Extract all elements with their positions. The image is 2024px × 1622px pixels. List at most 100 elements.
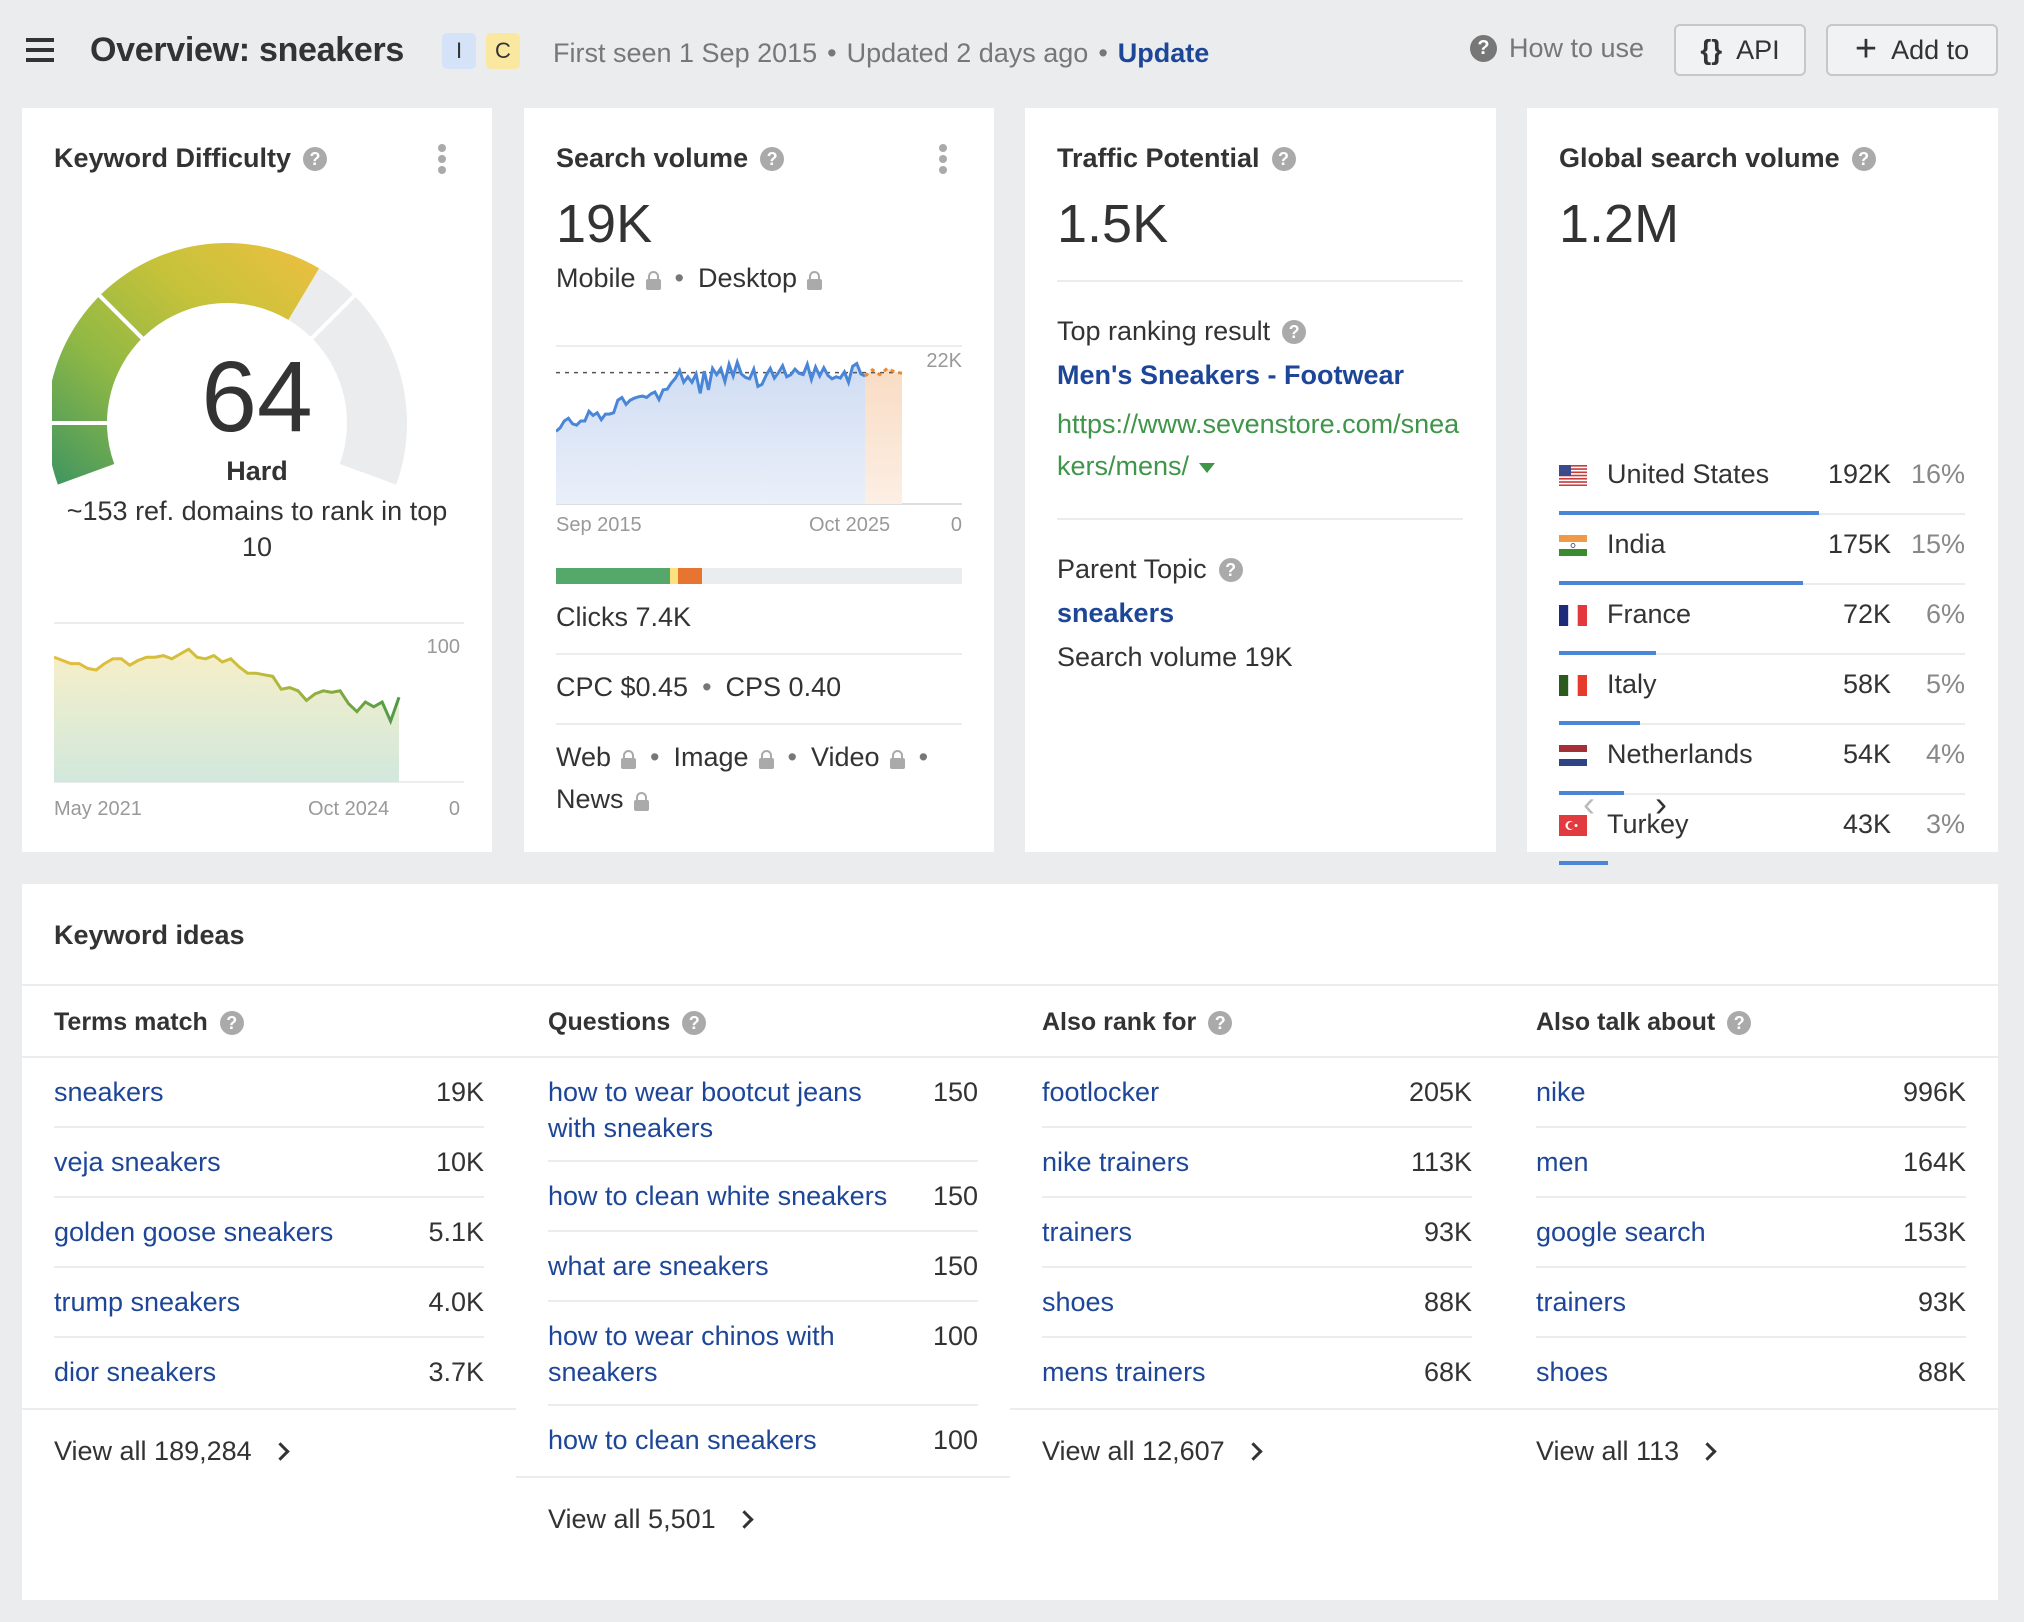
help-icon[interactable]: ? [219,1010,244,1035]
country-row[interactable]: France 72K 6% [1559,591,1965,661]
search-volume-card: Search volume ? 19K Mobile • Desktop Sep… [524,108,994,852]
parent-topic-text: Parent Topic [1057,554,1207,584]
keyword-link[interactable]: nike [1536,1074,1876,1110]
how-to-use-link[interactable]: ? How to use [1470,33,1644,64]
divider [516,1476,1010,1478]
help-icon[interactable]: ? [303,146,328,171]
more-options-icon[interactable] [938,144,948,174]
keyword-link[interactable]: how to clean white sneakers [548,1178,888,1214]
serp-image: Image [673,742,749,772]
kd-label: Hard [226,456,288,486]
share-track [1559,863,1965,865]
keyword-volume: 996K [1902,1077,1966,1107]
chevron-right-icon[interactable] [1243,1442,1263,1461]
view-all-text[interactable]: View all 5,501 [548,1504,716,1535]
keyword-link[interactable]: footlocker [1042,1074,1382,1110]
keyword-link[interactable]: trump sneakers [54,1284,394,1320]
view-all-text[interactable]: View all 189,284 [54,1436,252,1467]
country-percent: 6% [1925,599,1965,629]
help-icon[interactable]: ? [682,1010,707,1035]
view-all-link[interactable]: View all 5,501 [548,1504,754,1535]
view-all-link[interactable]: View all 113 [1536,1436,1717,1467]
cpc-value: CPC $0.45 [556,672,689,702]
view-all-text[interactable]: View all 113 [1536,1436,1679,1467]
lock-icon [621,749,637,769]
sv-chart-end-label: Oct 2025 [809,514,891,536]
column-heading-text: Also talk about [1536,1008,1716,1036]
country-row[interactable]: Italy 58K 5% [1559,661,1965,731]
keyword-link[interactable]: trainers [1536,1284,1876,1320]
kd-description: ~153 ref. domains to rank in top 10 [66,496,448,562]
column-heading: Questions? [548,1008,707,1037]
prev-page-icon[interactable]: ‹ [1583,783,1595,825]
menu-icon[interactable] [26,38,54,62]
keyword-link[interactable]: men [1536,1144,1876,1180]
next-page-icon[interactable]: › [1655,783,1667,825]
help-icon[interactable]: ? [1727,1010,1752,1035]
braces-icon: {} [1700,34,1723,65]
country-row[interactable]: Turkey 43K 3% [1559,801,1965,871]
help-icon: ? [1470,35,1497,62]
country-row[interactable]: Netherlands 54K 4% [1559,731,1965,801]
add-to-label: Add to [1891,34,1970,65]
top-result-url[interactable]: https://www.sevenstore.com/sneakers/mens… [1057,403,1467,487]
parent-topic-link[interactable]: sneakers [1057,598,1174,629]
chevron-right-icon[interactable] [270,1442,290,1461]
country-row[interactable]: India 175K 15% [1559,521,1965,591]
keyword-link[interactable]: dior sneakers [54,1354,394,1390]
keyword-link[interactable]: how to wear bootcut jeans with sneakers [548,1074,888,1146]
keyword-volume: 68K [1423,1357,1472,1387]
keyword-volume: 88K [1917,1357,1966,1387]
view-all-link[interactable]: View all 12,607 [1042,1436,1263,1467]
keyword-row: nike trainers 113K [1042,1128,1472,1198]
country-row[interactable]: United States 192K 16% [1559,451,1965,521]
keyword-row: trainers 93K [1042,1198,1472,1268]
serp-news: News [556,784,624,814]
keyword-link[interactable]: nike trainers [1042,1144,1382,1180]
keyword-link[interactable]: mens trainers [1042,1354,1382,1390]
keyword-volume: 100 [932,1425,978,1455]
more-options-icon[interactable] [437,144,447,174]
keyword-list: nike 996K men 164K google search 153K trainers… [1536,1058,1966,1408]
view-all-link[interactable]: View all 189,284 [54,1436,290,1467]
country-volume: 58K [1842,669,1891,699]
intent-badge-commercial: C [486,33,520,69]
help-icon[interactable]: ? [1851,146,1876,171]
device-desktop: Desktop [698,263,798,293]
top-result-title-link[interactable]: Men's Sneakers - Footwear [1057,360,1404,391]
keyword-link[interactable]: trainers [1042,1214,1382,1250]
keyword-link[interactable]: sneakers [54,1074,394,1110]
lock-icon [633,791,649,811]
dropdown-caret-icon[interactable] [1199,462,1216,473]
chevron-right-icon[interactable] [734,1510,754,1529]
keyword-link[interactable]: golden goose sneakers [54,1214,394,1250]
kd-title: Keyword Difficulty [54,143,292,173]
keyword-volume: 150 [932,1181,978,1211]
keyword-link[interactable]: veja sneakers [54,1144,394,1180]
flag-us-icon [1559,465,1587,487]
url-text[interactable]: https://www.sevenstore.com/sneakers/mens… [1057,409,1459,481]
lock-icon [645,270,661,290]
keyword-link[interactable]: google search [1536,1214,1876,1250]
chevron-right-icon[interactable] [1698,1442,1717,1461]
flag-it-icon [1559,675,1587,696]
update-link[interactable]: Update [1118,38,1210,68]
keyword-list: footlocker 205K nike trainers 113K trainers 9… [1042,1058,1472,1408]
help-icon[interactable]: ? [1208,1010,1233,1035]
country-percent: 16% [1910,459,1965,489]
keyword-link[interactable]: shoes [1536,1354,1876,1390]
add-to-button[interactable]: + Add to [1826,24,1998,76]
keyword-link[interactable]: what are sneakers [548,1248,888,1284]
help-icon[interactable]: ? [1282,319,1307,344]
keyword-link[interactable]: how to clean sneakers [548,1422,888,1458]
column-heading-text: Also rank for [1042,1008,1197,1036]
keyword-link[interactable]: how to wear chinos with sneakers [548,1318,888,1390]
keyword-link[interactable]: shoes [1042,1284,1382,1320]
help-icon[interactable]: ? [1271,146,1296,171]
help-icon[interactable]: ? [760,146,785,171]
help-icon[interactable]: ? [1218,557,1243,582]
view-all-text[interactable]: View all 12,607 [1042,1436,1225,1467]
keyword-row: how to wear chinos with sneakers 100 [548,1302,978,1406]
api-button[interactable]: {} API [1674,24,1806,76]
country-volume: 54K [1842,739,1891,769]
